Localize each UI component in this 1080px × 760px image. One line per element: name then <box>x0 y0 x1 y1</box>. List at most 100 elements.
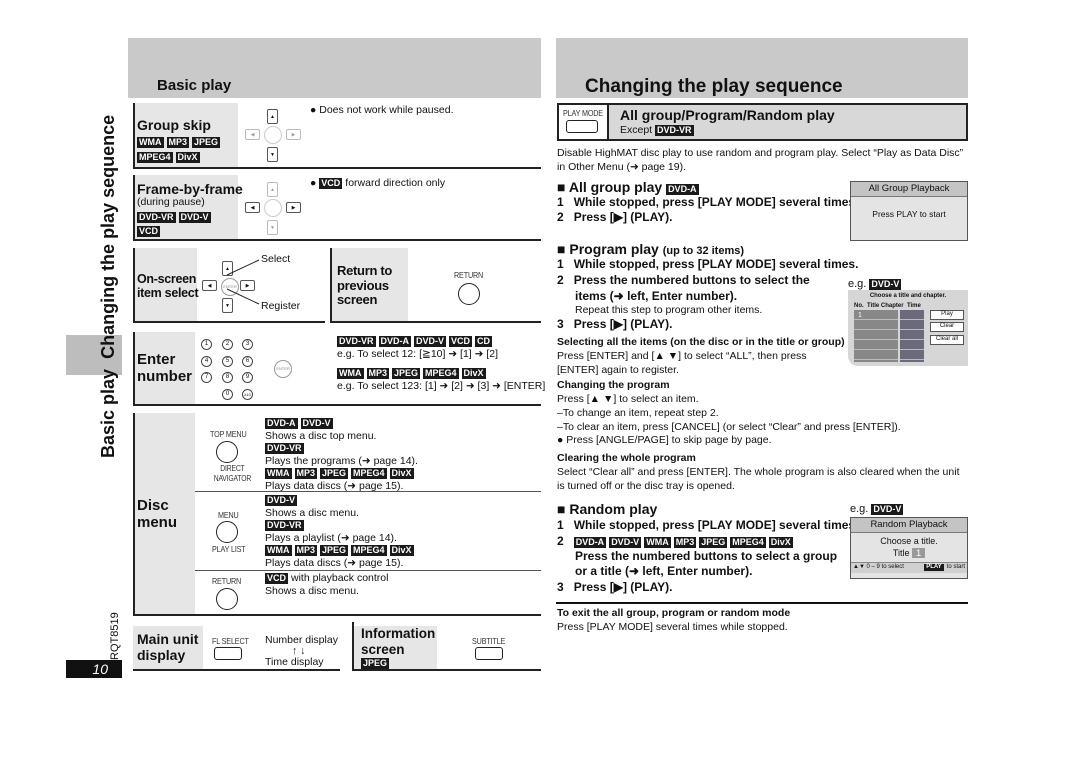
left-key[interactable]: ◀ <box>202 280 217 291</box>
format-badge-jpeg: JPEG <box>392 368 421 379</box>
top-menu-button[interactable] <box>216 441 238 463</box>
format-badge-dvd-v: DVD-V <box>871 504 904 515</box>
format-badge-divx: DivX <box>175 152 200 163</box>
random-eg: e.g. DVD-V <box>850 502 906 516</box>
desc-text: Plays a playlist (➜ page 14). <box>265 531 397 544</box>
program-title: Program play <box>569 241 659 257</box>
format-badge-dvd-vr: DVD-VR <box>337 336 376 347</box>
frame-label: Frame-by-frame <box>137 181 243 197</box>
format-badge-mpeg4: MPEG4 <box>730 537 766 548</box>
info-screen-badges: JPEG <box>361 657 392 671</box>
key-8[interactable]: 8 <box>222 372 233 383</box>
disc-return-button[interactable] <box>216 588 238 610</box>
enter-badges-1: DVD-VR DVD-A DVD-V VCD CD <box>337 335 495 349</box>
direct-navigator-caption: DIRECT NAVIGATOR <box>213 464 252 483</box>
key-1[interactable]: 1 <box>201 339 212 350</box>
time-display-text: Time display <box>265 656 324 668</box>
down-key[interactable]: ▼ <box>267 220 278 235</box>
format-badge-vcd: VCD <box>265 573 289 584</box>
col-time: Time <box>906 303 921 309</box>
side-changing: Changing the play sequence <box>98 114 118 359</box>
format-badge-dvd-vr: DVD-VR <box>137 212 176 223</box>
format-badge-dvd-vr: DVD-VR <box>655 125 694 136</box>
right-title: Changing the play sequence <box>585 76 843 97</box>
format-badge-mp3: MP3 <box>166 137 190 148</box>
group-skip-note: ● Does not work while paused. <box>310 104 454 116</box>
select-callout: Select <box>261 253 291 265</box>
format-badge-jpeg: JPEG <box>699 537 728 548</box>
desc-text: Shows a disc top menu. <box>265 429 377 442</box>
random-step-2b: or a title (➜ left, Enter number). <box>575 564 753 578</box>
enter-key[interactable] <box>264 199 282 217</box>
desc-text: Plays the programs (➜ page 14). <box>265 454 418 467</box>
clear-option[interactable]: Clear <box>930 322 964 332</box>
enter-key[interactable] <box>264 126 282 144</box>
return-button[interactable] <box>458 283 480 305</box>
program-step-1: 1 While stopped, press [PLAY MODE] sever… <box>557 257 859 271</box>
key-4[interactable]: 4 <box>201 356 212 367</box>
fl-select-caption: FL SELECT <box>212 636 249 646</box>
random-step-2a: Press the numbered buttons to select a g… <box>575 549 838 563</box>
format-badge-jpeg: JPEG <box>320 545 349 557</box>
step-text: Press the numbered buttons to select the <box>573 273 810 287</box>
key-6[interactable]: 6 <box>242 356 253 367</box>
frame-badges: DVD-VR DVD-V <box>137 211 214 225</box>
group-skip-label: Group skip <box>137 117 211 133</box>
play-mode-button[interactable] <box>566 120 598 133</box>
down-key[interactable]: ▼ <box>267 147 278 162</box>
format-badge-jpeg: JPEG <box>361 658 390 669</box>
key-2[interactable]: 2 <box>222 339 233 350</box>
clear-all-option[interactable]: Clear all <box>930 335 964 345</box>
enter-number-label-1: Enter <box>137 351 176 368</box>
frame-badges-2: VCD <box>137 225 163 239</box>
right-key[interactable]: ▶ <box>286 129 301 140</box>
exit-text: Press [PLAY MODE] several times while st… <box>557 621 788 633</box>
format-badge-divx: DivX <box>389 468 414 480</box>
enter-key[interactable]: ENTER <box>274 360 292 378</box>
menu-caption: MENU <box>218 510 239 520</box>
key-10plus[interactable]: ≥10 <box>242 389 253 400</box>
screen-title: Random Playback <box>851 518 967 534</box>
program-heading: ■ Program play (up to 32 items) <box>557 241 745 257</box>
subtitle-button[interactable] <box>475 647 503 660</box>
key-7[interactable]: 7 <box>201 372 212 383</box>
key-0[interactable]: 0 <box>222 389 233 400</box>
format-badge-dvd-a: DVD-A <box>265 418 298 429</box>
fl-select-button[interactable] <box>214 647 242 660</box>
key-9[interactable]: 9 <box>242 372 253 383</box>
disc-menu-label-1: Disc <box>137 497 169 514</box>
enter-example-1: e.g. To select 12: [≧10] ➜ [1] ➜ [2] <box>337 348 499 360</box>
divider <box>195 570 541 571</box>
top-menu-desc: DVD-A DVD-V Shows a disc top menu. DVD-VR… <box>265 417 418 493</box>
page-number: 10 <box>66 660 122 678</box>
format-badge-wma: WMA <box>337 368 364 379</box>
onscreen-label: On-screen item select <box>137 272 199 300</box>
format-badge-dvd-vr: DVD-VR <box>265 443 304 455</box>
key-3[interactable]: 3 <box>242 339 253 350</box>
screen-title: All Group Playback <box>851 182 967 198</box>
screen-text: Choose a title. <box>880 536 938 547</box>
return-caption: RETURN <box>212 576 242 586</box>
up-key[interactable]: ▲ <box>267 109 278 124</box>
badges: DVD-A DVD-V <box>265 417 418 430</box>
all-group-step-2: 2 Press [▶] (PLAY). <box>557 210 673 224</box>
random-screen: Random Playback Choose a title. Title 1 … <box>850 517 968 579</box>
program-step-2b: items (➜ left, Enter number). <box>575 289 738 303</box>
return-label-1: Return to <box>337 263 393 278</box>
left-key[interactable]: ◀ <box>245 129 260 140</box>
left-key[interactable]: ◀ <box>245 202 260 213</box>
desc-text: Plays data discs (➜ page 15). <box>265 556 404 569</box>
play-option[interactable]: Play <box>930 310 964 320</box>
up-key[interactable]: ▲ <box>267 182 278 197</box>
return-button-caption: RETURN <box>454 270 484 280</box>
right-key[interactable]: ▶ <box>286 202 301 213</box>
disc-menu-label-2: menu <box>137 514 178 532</box>
menu-button[interactable] <box>216 521 238 543</box>
col-title: Title <box>867 303 880 309</box>
title-value[interactable]: 1 <box>912 548 926 559</box>
enter-number-label: Enter number <box>137 351 192 386</box>
key-5[interactable]: 5 <box>222 356 233 367</box>
exit-heading: To exit the all group, program or random… <box>557 607 791 619</box>
format-badge-dvd-v: DVD-V <box>265 495 298 506</box>
group-skip-badges: WMA MP3 JPEG <box>137 136 223 150</box>
